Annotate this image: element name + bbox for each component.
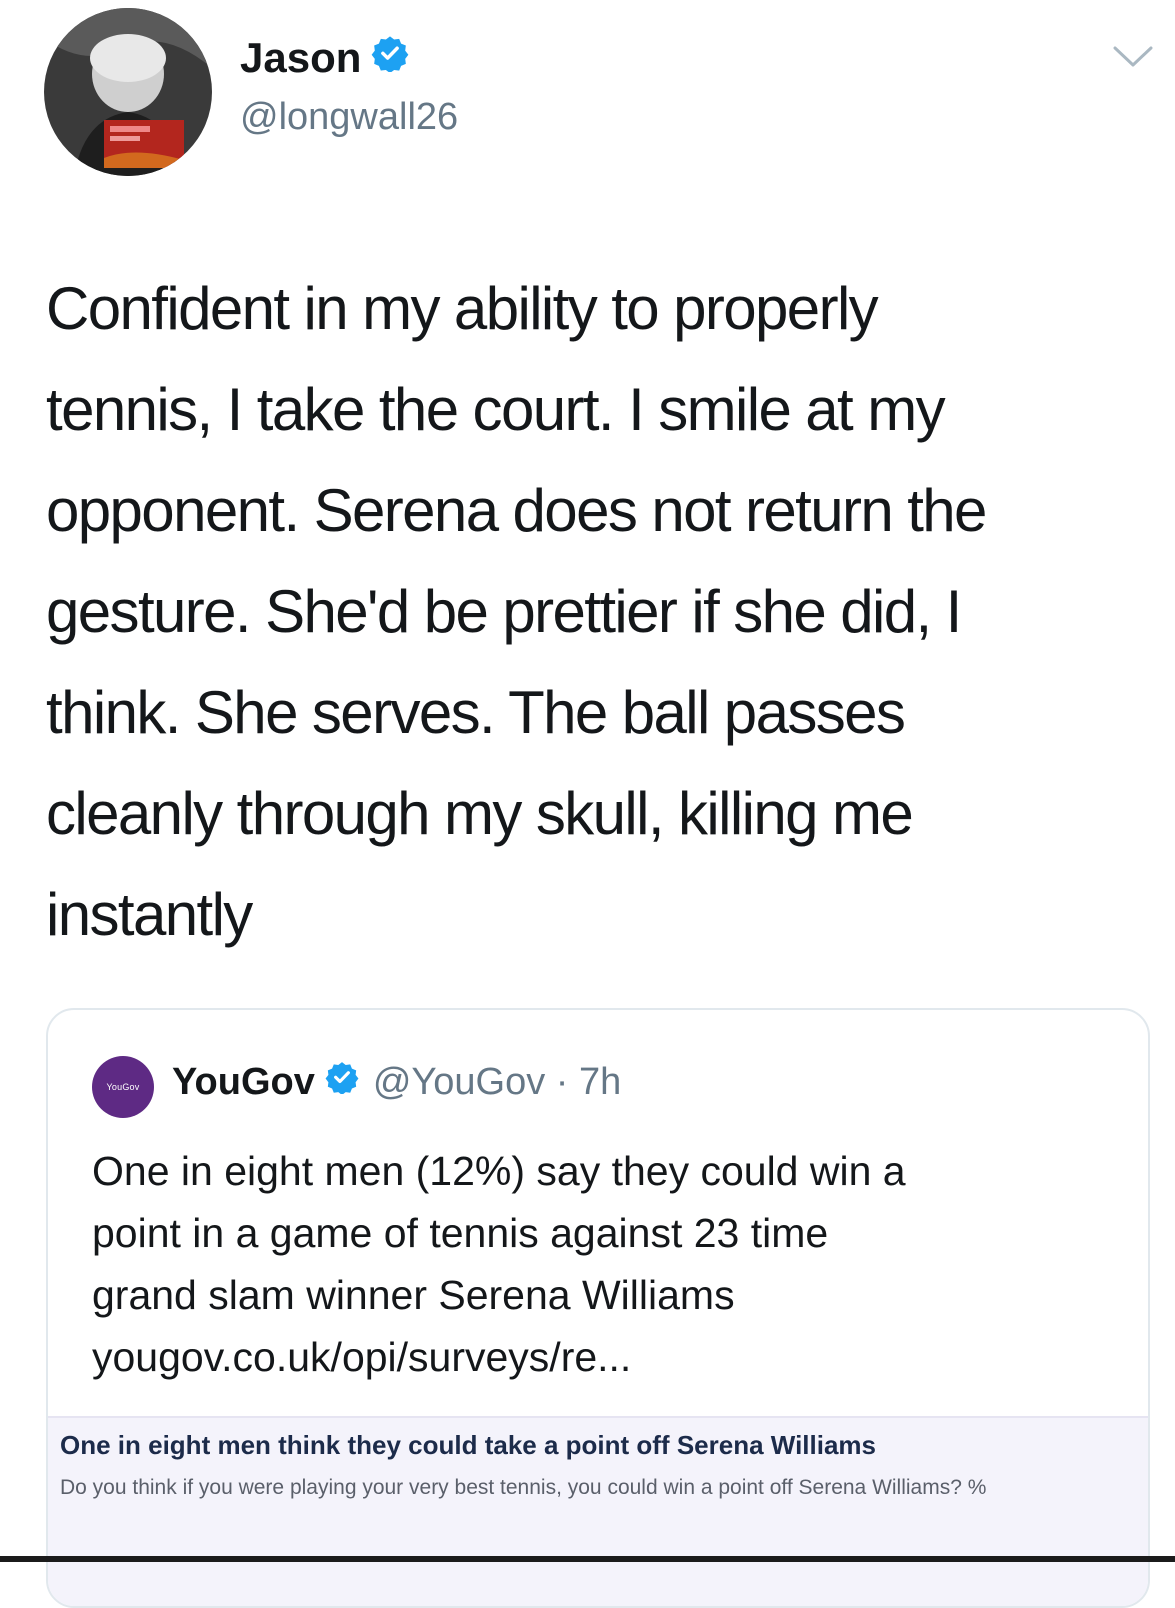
- quoted-link[interactable]: yougov.co.uk/opi/surveys/re...: [92, 1334, 631, 1380]
- link-preview-description: Do you think if you were playing your ve…: [60, 1476, 987, 1499]
- verified-badge-icon: [371, 34, 409, 82]
- quoted-author-name[interactable]: YouGov: [172, 1061, 315, 1104]
- tweet-text: Confident in my ability to properly tenn…: [46, 258, 1146, 965]
- tweet-text-line: opponent. Serena does not return the: [46, 477, 987, 544]
- tweet-text-line: Confident in my ability to properly: [46, 275, 879, 342]
- quoted-text-line: point in a game of tennis against 23 tim…: [92, 1210, 829, 1256]
- tweet-text-line: tennis, I take the court. I smile at my: [46, 376, 946, 443]
- author-name-row[interactable]: Jason: [240, 34, 409, 82]
- quoted-tweet-header: YouGov @YouGov · 7h: [172, 1060, 621, 1104]
- quoted-text-line: grand slam winner Serena Williams: [92, 1272, 735, 1318]
- quoted-handle-time[interactable]: @YouGov · 7h: [373, 1061, 621, 1104]
- author-avatar[interactable]: [44, 8, 212, 176]
- chevron-down-icon[interactable]: [1112, 44, 1154, 75]
- verified-badge-icon: [325, 1060, 359, 1104]
- tweet-text-line: cleanly through my skull, killing me: [46, 780, 914, 847]
- yougov-avatar-logo: YouGov: [106, 1082, 140, 1092]
- tweet-text-line: gesture. She'd be prettier if she did, I: [46, 578, 962, 645]
- tweet-text-line: instantly: [46, 881, 253, 948]
- author-handle[interactable]: @longwall26: [240, 96, 458, 139]
- yougov-avatar[interactable]: YouGov: [92, 1056, 154, 1118]
- link-preview-card[interactable]: One in eight men think they could take a…: [48, 1416, 1148, 1606]
- quoted-tweet-card[interactable]: YouGov YouGov @YouGov · 7h One in eight …: [46, 1008, 1150, 1608]
- author-name[interactable]: Jason: [240, 34, 361, 82]
- bottom-divider: [0, 1556, 1175, 1562]
- tweet-text-line: think. She serves. The ball passes: [46, 679, 906, 746]
- link-preview-title: One in eight men think they could take a…: [60, 1430, 877, 1460]
- quoted-text-line: One in eight men (12%) say they could wi…: [92, 1148, 906, 1194]
- quoted-tweet-text: One in eight men (12%) say they could wi…: [92, 1140, 1112, 1388]
